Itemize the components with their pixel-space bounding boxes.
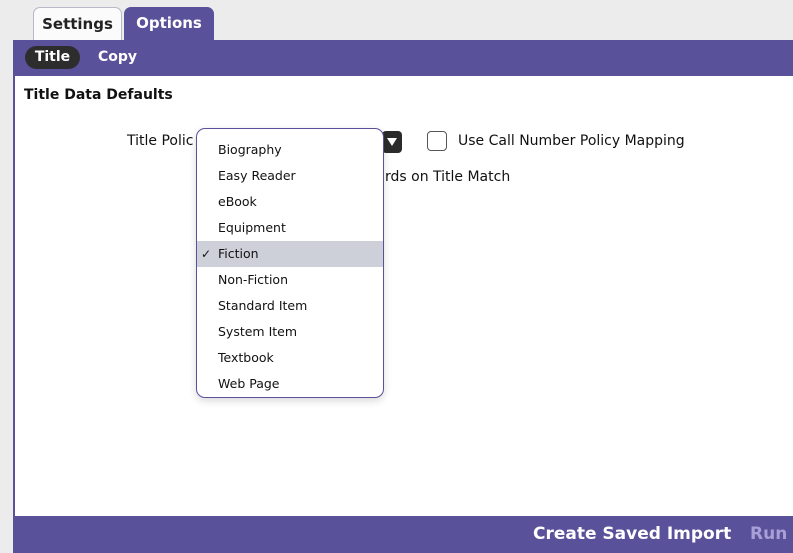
section-title: Title Data Defaults [24, 87, 173, 103]
create-saved-import-button[interactable]: Create Saved Import [533, 524, 731, 544]
dropdown-option[interactable]: Non-Fiction [197, 267, 383, 293]
options-panel: Title Copy Title Data Defaults Title Pol… [13, 40, 793, 553]
subtab-copy[interactable]: Copy [98, 46, 137, 69]
title-policy-label: Title Polic [127, 133, 194, 149]
dropdown-option[interactable]: Standard Item [197, 293, 383, 319]
tab-settings[interactable]: Settings [33, 7, 122, 40]
dropdown-option[interactable]: Biography [197, 137, 383, 163]
use-call-number-policy-label: Use Call Number Policy Mapping [458, 133, 685, 149]
dropdown-option[interactable]: Web Page [197, 371, 383, 397]
run-button[interactable]: Run [750, 524, 787, 544]
tab-bar: Settings Options [0, 0, 793, 40]
title-match-label: rds on Title Match [385, 169, 511, 185]
dropdown-option[interactable]: Textbook [197, 345, 383, 371]
subtab-title[interactable]: Title [25, 46, 80, 69]
dropdown-option[interactable]: System Item [197, 319, 383, 345]
use-call-number-policy-checkbox[interactable] [427, 131, 447, 151]
content-area: Title Data Defaults Title Polic Use Call… [15, 76, 793, 516]
dropdown-option[interactable]: Easy Reader [197, 163, 383, 189]
dropdown-option[interactable]: eBook [197, 189, 383, 215]
checkmark-icon: ✓ [201, 247, 212, 261]
title-policy-select-arrow[interactable] [382, 131, 402, 153]
title-policy-dropdown[interactable]: Biography Easy Reader eBook Equipment ✓ F… [196, 128, 384, 398]
dropdown-option[interactable]: Equipment [197, 215, 383, 241]
bottom-action-bar: Create Saved Import Run [13, 516, 793, 553]
dropdown-option[interactable]: ✓ Fiction [197, 241, 383, 267]
subtab-bar: Title Copy [13, 40, 793, 76]
tab-options[interactable]: Options [124, 7, 214, 40]
